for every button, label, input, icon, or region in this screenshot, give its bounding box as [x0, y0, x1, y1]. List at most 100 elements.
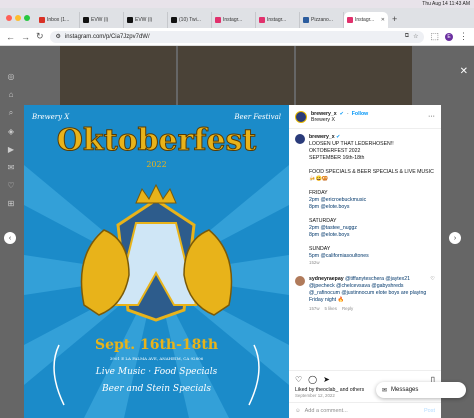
- add-comment-input[interactable]: Add a comment...: [305, 408, 348, 414]
- new-tab-button[interactable]: +: [388, 14, 401, 28]
- browser-tab-3[interactable]: (10) Twi...: [168, 12, 212, 28]
- caption-line: [309, 211, 435, 218]
- messages-button[interactable]: ✉ Messages: [376, 382, 466, 398]
- browser-tab-7-active[interactable]: Instagr... ✕: [344, 12, 388, 28]
- browser-tab-0[interactable]: Inbox (1...: [36, 12, 80, 28]
- comment-reply-button[interactable]: Reply: [342, 306, 353, 312]
- tab-favicon-icon: [171, 17, 177, 23]
- poster-top-right-text: Beer Festival: [234, 113, 281, 121]
- forward-icon[interactable]: →: [21, 32, 30, 42]
- poster-line2: Beer and Stein Specials: [102, 384, 211, 394]
- caption-line: FRIDAY: [309, 190, 328, 197]
- post-header: brewery_x ✔ · Follow Brewery X ···: [289, 105, 441, 129]
- reels-icon[interactable]: ▶: [8, 145, 14, 154]
- post-comment-button[interactable]: Post: [424, 408, 435, 414]
- browser-tab-2[interactable]: EVW (i): [124, 12, 168, 28]
- comment-like-heart-icon[interactable]: ♡: [430, 276, 435, 312]
- instagram-logo-icon[interactable]: ◎: [8, 72, 15, 81]
- home-icon[interactable]: ⌂: [9, 90, 14, 99]
- mac-menubar: Thu Aug 14 11:43 AM: [0, 0, 474, 8]
- caption-block: brewery_x ✔ LOOSEN UP THAT LEDERHOSEN!! O…: [295, 134, 435, 266]
- explore-icon[interactable]: ◈: [8, 127, 14, 136]
- tab-favicon-icon: [83, 17, 89, 23]
- url-text: instagram.com/p/Cia7Jzpv7dW/: [64, 33, 150, 40]
- tab-favicon-icon: [39, 17, 45, 23]
- messages-icon: ✉: [382, 387, 388, 394]
- bookmark-star-icon[interactable]: ☆: [413, 33, 418, 40]
- next-post-icon[interactable]: ›: [449, 232, 461, 244]
- add-comment-row: ☺ Add a comment... Post: [289, 402, 441, 418]
- caption-text: LOOSEN UP THAT LEDERHOSEN!! OKTOBERFEST 2…: [309, 141, 435, 260]
- emoji-icon[interactable]: ☺: [295, 408, 301, 414]
- browser-tab-5[interactable]: Instagr...: [256, 12, 300, 28]
- search-icon[interactable]: ⌕: [9, 108, 13, 118]
- poster-line1: Live Music · Food Specials: [95, 367, 218, 377]
- poster-year: 2022: [146, 160, 167, 169]
- comment-bubble-icon[interactable]: ◯: [308, 375, 317, 384]
- zoom-window-button[interactable]: [24, 15, 30, 21]
- messenger-icon[interactable]: ✉: [8, 163, 15, 172]
- comment-item: sydneyraepay @tiffanyteschera @jaytex21 …: [295, 276, 435, 312]
- like-heart-icon[interactable]: ♡: [295, 375, 302, 384]
- caption-line: [309, 162, 435, 169]
- caption-line: 2pm @tastee_nuggz: [309, 225, 357, 232]
- caption-line: [309, 239, 435, 246]
- poster-dates: Sept. 16th-18th: [94, 337, 219, 353]
- reload-icon[interactable]: ↻: [36, 31, 44, 42]
- browser-tab-4[interactable]: Instagr...: [212, 12, 256, 28]
- share-send-icon[interactable]: ➤: [323, 375, 330, 384]
- caption-line: SATURDAY: [309, 218, 337, 225]
- more-options-icon[interactable]: ···: [428, 113, 435, 120]
- caption-line: OKTOBERFEST 2022: [309, 148, 361, 155]
- tab-favicon-icon: [215, 17, 221, 23]
- create-icon[interactable]: ⊞: [8, 199, 15, 208]
- tab-favicon-icon: [303, 17, 309, 23]
- messages-label: Messages: [391, 387, 419, 393]
- post-modal: Brewery X Beer Festival Oktoberfest 2022…: [24, 105, 441, 418]
- comments-scroll[interactable]: brewery_x ✔ LOOSEN UP THAT LEDERHOSEN!! O…: [289, 129, 441, 370]
- tab-favicon-icon: [259, 17, 265, 23]
- extension-icon[interactable]: ⧉: [405, 33, 409, 40]
- browser-tab-bar: Inbox (1... EVW (i) EVW (i) (10) Twi... …: [0, 8, 474, 28]
- close-window-button[interactable]: [6, 15, 12, 21]
- comment-avatar[interactable]: [295, 276, 305, 287]
- tab-favicon-icon: [347, 17, 353, 23]
- caption-line: LOOSEN UP THAT LEDERHOSEN!!: [309, 141, 394, 148]
- caption-line: SEPTEMBER 16th-18th: [309, 155, 365, 162]
- post-location[interactable]: Brewery X: [311, 117, 368, 123]
- close-tab-icon[interactable]: ✕: [381, 17, 385, 23]
- caption-line: FOOD SPECIALS & BEER SPECIALS & LIVE MUS…: [309, 169, 434, 183]
- caption-line: 8pm @elote.boys: [309, 204, 350, 211]
- author-avatar[interactable]: [295, 110, 307, 123]
- browser-tab-1[interactable]: EVW (i): [80, 12, 124, 28]
- address-bar-row: ← → ↻ ⚙ instagram.com/p/Cia7Jzpv7dW/ ⧉ ☆ …: [0, 28, 474, 46]
- caption-line: [309, 183, 435, 190]
- comment-likes[interactable]: 5 likes: [325, 306, 337, 312]
- extensions-icon[interactable]: ⬚: [430, 31, 439, 42]
- caption-verified-icon: ✔: [336, 134, 341, 140]
- menubar-datetime: Thu Aug 14 11:43 AM: [422, 1, 470, 7]
- poster-address: 3901 E LA PALMA AVE, ANAHEIM, CA 92806: [109, 356, 204, 361]
- caption-username[interactable]: brewery_x: [309, 134, 335, 140]
- url-field[interactable]: ⚙ instagram.com/p/Cia7Jzpv7dW/ ⧉ ☆: [49, 30, 425, 43]
- notifications-heart-icon[interactable]: ♡: [7, 181, 14, 190]
- comment-time: 157w: [309, 306, 320, 312]
- post-image: Brewery X Beer Festival Oktoberfest 2022…: [24, 105, 289, 418]
- close-modal-icon[interactable]: ✕: [460, 66, 468, 77]
- menu-dots-icon[interactable]: ⋮: [459, 31, 468, 42]
- site-info-icon[interactable]: ⚙: [56, 33, 61, 40]
- window-controls: [0, 15, 36, 28]
- instagram-page: ◎ ⌂ ⌕ ◈ ▶ ✉ ♡ ⊞ ✕ ‹ › Brewery X Beer Fes…: [0, 46, 474, 418]
- tab-favicon-icon: [127, 17, 133, 23]
- profile-avatar[interactable]: E: [445, 32, 453, 41]
- comment-username[interactable]: sydneyraepay: [309, 276, 344, 282]
- back-icon[interactable]: ←: [6, 32, 15, 42]
- previous-post-icon[interactable]: ‹: [4, 232, 16, 244]
- poster-top-left-text: Brewery X: [32, 113, 70, 121]
- caption-avatar[interactable]: [295, 134, 305, 144]
- browser-tab-6[interactable]: Pizzano...: [300, 12, 344, 28]
- minimize-window-button[interactable]: [15, 15, 21, 21]
- caption-line: 5pm @californiasoultones: [309, 253, 369, 260]
- caption-time: 152w: [309, 260, 320, 266]
- caption-line: 2pm @ericroebuckmusic: [309, 197, 367, 204]
